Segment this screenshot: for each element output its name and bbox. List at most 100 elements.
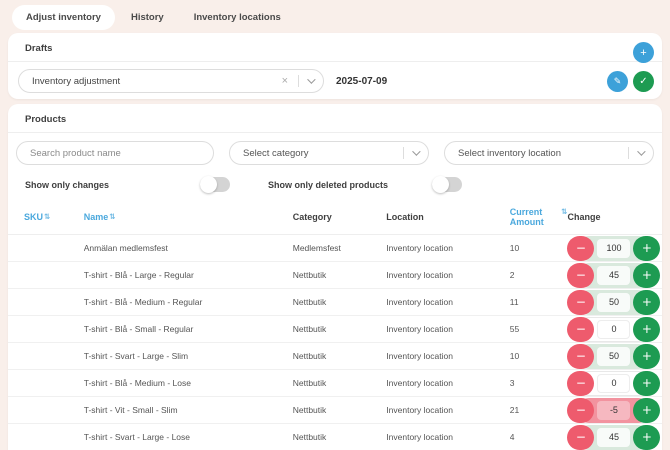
cell-category: Nettbutik	[293, 324, 387, 334]
toggle-knob	[432, 176, 449, 193]
draft-select-value: Inventory adjustment	[32, 76, 277, 87]
increase-button[interactable]: +	[633, 425, 660, 450]
cell-name: T-shirt - Blå - Medium - Lose	[84, 378, 293, 388]
increase-button[interactable]: +	[633, 236, 660, 261]
cell-category: Nettbutik	[293, 405, 387, 415]
cell-location: Inventory location	[386, 432, 509, 442]
draft-date: 2025-07-09	[336, 76, 387, 87]
change-stepper: − 100 +	[567, 236, 660, 261]
confirm-draft-button[interactable]: ✓	[633, 71, 654, 92]
change-stepper: − 50 +	[567, 344, 660, 369]
cell-category: Medlemsfest	[293, 243, 387, 253]
cell-name: Anmälan medlemsfest	[84, 243, 293, 253]
decrease-button[interactable]: −	[567, 371, 594, 396]
add-draft-button[interactable]: +	[633, 42, 654, 63]
cell-name: T-shirt - Svart - Large - Slim	[84, 351, 293, 361]
change-value-input[interactable]: 45	[597, 266, 630, 285]
column-header: Current Amount⇅	[510, 207, 568, 227]
column-label: SKU	[24, 212, 43, 222]
increase-button[interactable]: +	[633, 317, 660, 342]
change-value-input[interactable]: 100	[597, 239, 630, 258]
change-stepper: − -5 +	[567, 398, 660, 423]
cell-current-amount: 10	[510, 243, 568, 253]
plus-icon: +	[640, 47, 646, 59]
drafts-card: Drafts + Inventory adjustment × 2025-07-…	[8, 33, 662, 99]
change-stepper: − 0 +	[567, 317, 660, 342]
cell-location: Inventory location	[386, 351, 509, 361]
show-only-changes-label: Show only changes	[25, 180, 200, 190]
sort-icon[interactable]: ⇅	[44, 212, 50, 221]
table-row: T-shirt - Vit - Small - Slim Nettbutik I…	[8, 397, 662, 424]
change-value-input[interactable]: 45	[597, 428, 630, 447]
column-label: Current Amount	[510, 207, 560, 227]
chevron-down-icon[interactable]	[307, 75, 315, 83]
drafts-actions: ✎ ✓	[607, 71, 654, 92]
chevron-down-icon[interactable]	[637, 147, 645, 155]
product-search-input[interactable]: Search product name	[16, 141, 214, 165]
pencil-icon: ✎	[614, 76, 622, 87]
table-row: T-shirt - Blå - Small - Regular Nettbuti…	[8, 316, 662, 343]
show-only-changes-toggle[interactable]	[200, 177, 230, 192]
change-stepper: − 50 +	[567, 290, 660, 315]
table-row: T-shirt - Svart - Large - Lose Nettbutik…	[8, 424, 662, 450]
decrease-button[interactable]: −	[567, 425, 594, 450]
sort-icon[interactable]: ⇅	[561, 207, 567, 216]
cell-change: − -5 +	[567, 398, 662, 423]
tab-adjust-inventory[interactable]: Adjust inventory	[12, 5, 115, 30]
column-label: Category	[293, 212, 332, 222]
tab-history[interactable]: History	[117, 5, 178, 30]
column-header: Change	[567, 212, 662, 222]
change-value-input[interactable]: 50	[597, 293, 630, 312]
increase-button[interactable]: +	[633, 398, 660, 423]
cell-current-amount: 2	[510, 270, 568, 280]
table-row: T-shirt - Blå - Medium - Regular Nettbut…	[8, 289, 662, 316]
cell-current-amount: 4	[510, 432, 568, 442]
sort-icon[interactable]: ⇅	[109, 212, 115, 221]
cell-location: Inventory location	[386, 270, 509, 280]
divider	[628, 147, 629, 159]
column-label: Name	[84, 212, 109, 222]
column-label: Change	[567, 212, 600, 222]
cell-current-amount: 11	[510, 297, 568, 307]
category-placeholder: Select category	[243, 148, 398, 159]
cell-current-amount: 21	[510, 405, 568, 415]
show-only-deleted-label: Show only deleted products	[268, 180, 432, 190]
cell-current-amount: 3	[510, 378, 568, 388]
table-body: Anmälan medlemsfest Medlemsfest Inventor…	[8, 235, 662, 450]
chevron-down-icon[interactable]	[412, 147, 420, 155]
cell-location: Inventory location	[386, 324, 509, 334]
cell-location: Inventory location	[386, 297, 509, 307]
change-value-input[interactable]: -5	[597, 401, 630, 420]
edit-draft-button[interactable]: ✎	[607, 71, 628, 92]
table-row: Anmälan medlemsfest Medlemsfest Inventor…	[8, 235, 662, 262]
change-value-input[interactable]: 0	[597, 320, 630, 339]
decrease-button[interactable]: −	[567, 344, 594, 369]
cell-location: Inventory location	[386, 405, 509, 415]
increase-button[interactable]: +	[633, 371, 660, 396]
tab-inventory-locations[interactable]: Inventory locations	[180, 5, 295, 30]
decrease-button[interactable]: −	[567, 398, 594, 423]
change-value-input[interactable]: 50	[597, 347, 630, 366]
cell-location: Inventory location	[386, 378, 509, 388]
table-row: T-shirt - Blå - Large - Regular Nettbuti…	[8, 262, 662, 289]
increase-button[interactable]: +	[633, 263, 660, 288]
increase-button[interactable]: +	[633, 344, 660, 369]
change-value-input[interactable]: 0	[597, 374, 630, 393]
clear-icon[interactable]: ×	[282, 75, 288, 87]
decrease-button[interactable]: −	[567, 290, 594, 315]
inventory-location-select[interactable]: Select inventory location	[444, 141, 654, 165]
toggle-row: Show only changes Show only deleted prod…	[8, 171, 662, 200]
increase-button[interactable]: +	[633, 290, 660, 315]
cell-category: Nettbutik	[293, 297, 387, 307]
cell-change: − 50 +	[567, 290, 662, 315]
decrease-button[interactable]: −	[567, 236, 594, 261]
cell-location: Inventory location	[386, 243, 509, 253]
category-select[interactable]: Select category	[229, 141, 429, 165]
decrease-button[interactable]: −	[567, 317, 594, 342]
products-card: Products Search product name Select cate…	[8, 104, 662, 450]
show-only-deleted-toggle[interactable]	[432, 177, 462, 192]
search-placeholder: Search product name	[30, 148, 203, 159]
draft-select[interactable]: Inventory adjustment ×	[18, 69, 324, 93]
decrease-button[interactable]: −	[567, 263, 594, 288]
cell-change: − 0 +	[567, 317, 662, 342]
